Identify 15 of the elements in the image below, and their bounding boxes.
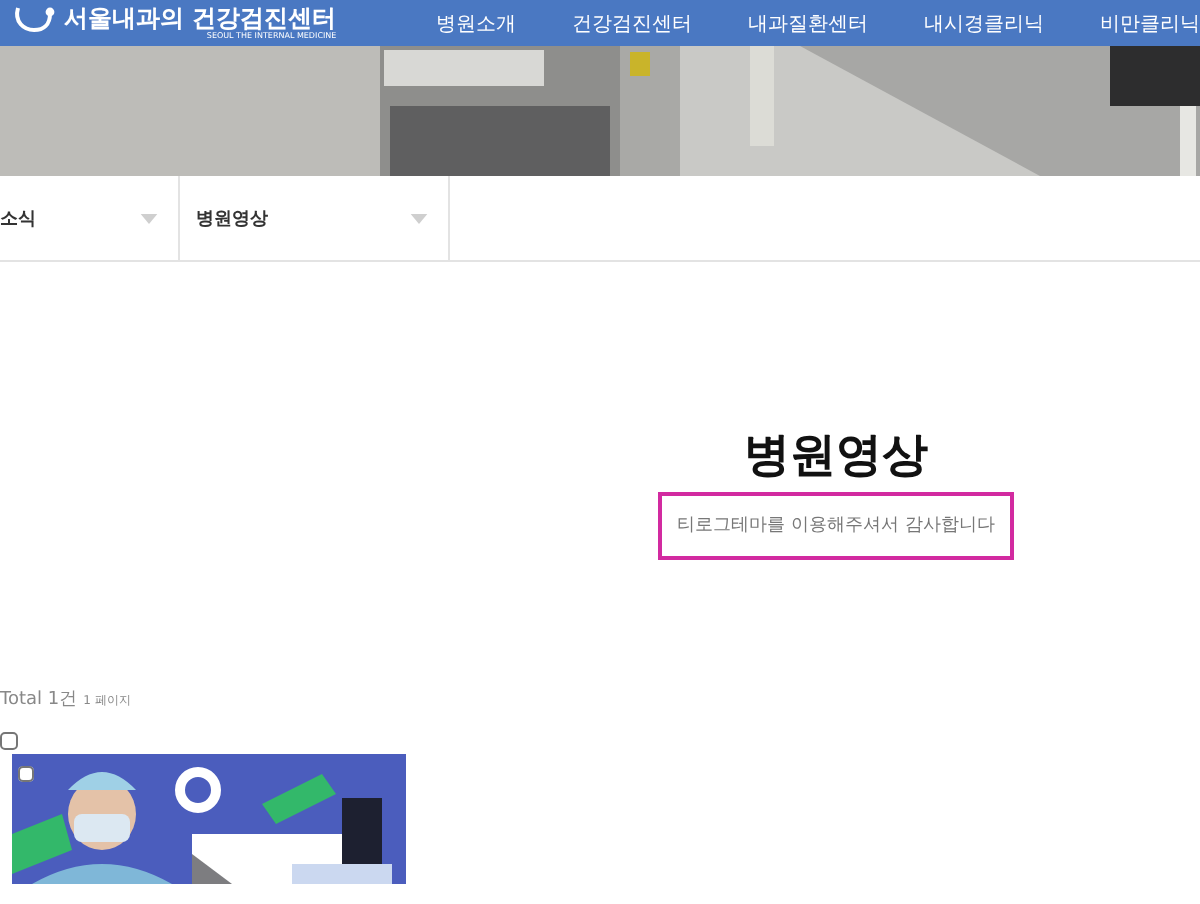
subnav-dropdown[interactable]: 병원영상 bbox=[180, 176, 450, 260]
select-all-checkbox[interactable] bbox=[0, 731, 18, 750]
total-count: Total 1건 bbox=[0, 687, 78, 712]
nav-link[interactable]: 건강검진센터 bbox=[572, 9, 692, 37]
caret-icon bbox=[140, 213, 158, 223]
nav-link[interactable]: 내과질환센터 bbox=[748, 9, 868, 37]
subnav-dropdown[interactable]: 소식 bbox=[0, 176, 180, 260]
nav-link[interactable]: 병원소개 bbox=[436, 9, 516, 37]
page-title: 병원영상 bbox=[744, 430, 928, 486]
nav-link[interactable]: 비만클리닉 bbox=[1100, 9, 1200, 37]
caret-icon bbox=[410, 213, 428, 223]
logo-title[interactable]: 서울내과의 건강검진센터 bbox=[64, 6, 337, 30]
item-checkbox[interactable] bbox=[18, 765, 34, 782]
nav-link[interactable]: 내시경클리닉 bbox=[924, 9, 1044, 37]
notice-box: 티로그테마를 이용해주셔서 감사합니다 bbox=[658, 491, 1014, 560]
